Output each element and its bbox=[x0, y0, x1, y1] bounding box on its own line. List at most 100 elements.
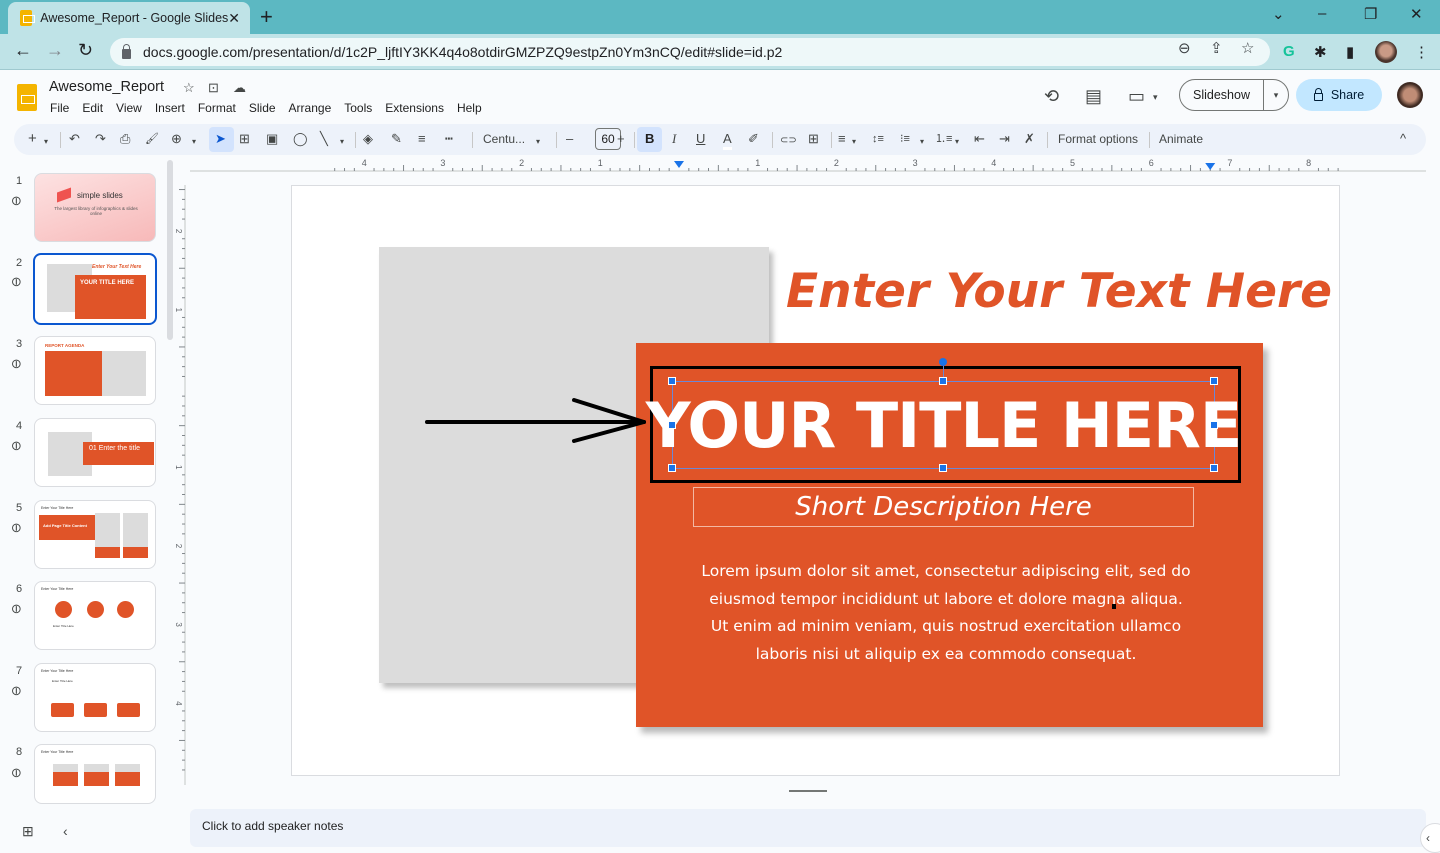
share-button[interactable]: Share bbox=[1296, 79, 1382, 111]
menu-tools[interactable]: Tools bbox=[344, 101, 372, 115]
grammarly-extension-icon[interactable]: G bbox=[1283, 43, 1295, 60]
slide-thumbnail-4[interactable]: 01 Enter the title bbox=[34, 418, 156, 487]
slide-thumbnail-3[interactable]: REPORT AGENDA bbox=[34, 336, 156, 405]
grid-view-icon[interactable]: ⊞ bbox=[22, 823, 34, 840]
bulleted-list-icon[interactable]: ⁝≡ bbox=[900, 131, 910, 147]
menu-format[interactable]: Format bbox=[198, 101, 236, 115]
line-dropdown-icon[interactable]: ▾ bbox=[340, 134, 344, 150]
zoom-icon[interactable]: ⊕ bbox=[171, 131, 182, 147]
resize-handle-tl[interactable] bbox=[668, 377, 676, 385]
collapse-filmstrip-icon[interactable]: ‹ bbox=[63, 823, 68, 839]
cloud-saved-icon[interactable]: ☁ bbox=[233, 80, 246, 96]
menu-view[interactable]: View bbox=[116, 101, 142, 115]
bold-button[interactable]: B bbox=[645, 131, 654, 147]
menu-help[interactable]: Help bbox=[457, 101, 482, 115]
insert-link-icon[interactable]: ⊂⊃ bbox=[780, 133, 797, 149]
resize-handle-bl[interactable] bbox=[668, 464, 676, 472]
slide-thumbnail-8[interactable]: Enter Your Title Here bbox=[34, 744, 156, 804]
notes-resize-handle[interactable] bbox=[789, 790, 827, 792]
italic-button[interactable]: I bbox=[672, 131, 676, 147]
speaker-notes[interactable]: Click to add speaker notes bbox=[190, 809, 1426, 847]
menu-slide[interactable]: Slide bbox=[249, 101, 276, 115]
browser-tab[interactable]: Awesome_Report - Google Slides ✕ bbox=[8, 2, 250, 34]
new-slide-dropdown-icon[interactable]: ▾ bbox=[44, 134, 48, 150]
slideshow-options-chevron-icon[interactable]: ▾ bbox=[1264, 90, 1288, 101]
bookmark-star-icon[interactable]: ☆ bbox=[1241, 39, 1254, 57]
decrease-font-size-button[interactable]: – bbox=[566, 131, 573, 147]
align-dropdown-icon[interactable]: ▾ bbox=[852, 134, 856, 150]
line-spacing-icon[interactable]: ↕≡ bbox=[872, 131, 884, 147]
paint-format-icon[interactable]: 🖌 bbox=[145, 131, 159, 147]
align-icon[interactable]: ≡ bbox=[838, 131, 846, 147]
browser-menu-icon[interactable]: ⋮ bbox=[1414, 43, 1429, 61]
resize-handle-tr[interactable] bbox=[1210, 377, 1218, 385]
slideshow-label[interactable]: Slideshow bbox=[1180, 80, 1264, 110]
back-button[interactable]: ← bbox=[14, 40, 32, 61]
numbered-dropdown-icon[interactable]: ▾ bbox=[955, 134, 959, 150]
increase-indent-icon[interactable]: ⇥ bbox=[999, 131, 1010, 147]
horizontal-ruler[interactable]: 4 3 2 1 1 2 3 4 5 6 7 8 bbox=[190, 158, 1426, 172]
border-weight-icon[interactable]: ≡ bbox=[418, 131, 426, 147]
resize-handle-r[interactable] bbox=[1210, 421, 1218, 429]
comments-icon[interactable]: ▤ bbox=[1085, 86, 1102, 107]
numbered-list-icon[interactable]: ⒈≡ bbox=[935, 131, 952, 147]
slides-logo-icon[interactable] bbox=[17, 84, 37, 111]
account-avatar[interactable] bbox=[1397, 82, 1423, 108]
slide-thumbnail-5[interactable]: Enter Your Title Here Add Page Title Con… bbox=[34, 500, 156, 569]
browser-profile-avatar[interactable] bbox=[1375, 41, 1397, 63]
increase-font-size-button[interactable]: + bbox=[617, 131, 625, 147]
close-window-button[interactable]: ✕ bbox=[1410, 5, 1423, 23]
new-slide-icon[interactable]: + bbox=[28, 131, 37, 147]
document-title[interactable]: Awesome_Report bbox=[49, 79, 164, 95]
resize-handle-l[interactable] bbox=[668, 421, 676, 429]
tab-close-icon[interactable]: ✕ bbox=[228, 10, 240, 27]
slide-thumbnail-1[interactable]: simple slides The largest library of inf… bbox=[34, 173, 156, 242]
text-color-button[interactable]: A bbox=[723, 131, 732, 150]
rotation-handle[interactable] bbox=[939, 358, 947, 366]
meet-camera-icon[interactable]: ▭ bbox=[1128, 86, 1145, 107]
insert-image-icon[interactable]: ▣ bbox=[266, 131, 278, 147]
clear-formatting-icon[interactable]: ✗ bbox=[1024, 131, 1035, 147]
side-panel-toggle-icon[interactable]: ‹ bbox=[1420, 823, 1440, 853]
print-icon[interactable]: ⎙ bbox=[120, 131, 130, 147]
forward-button[interactable]: → bbox=[46, 40, 64, 61]
star-icon[interactable]: ☆ bbox=[183, 80, 195, 96]
url-input[interactable]: docs.google.com/presentation/d/1c2P_ljft… bbox=[110, 38, 1270, 66]
menu-arrange[interactable]: Arrange bbox=[289, 101, 332, 115]
resize-handle-br[interactable] bbox=[1210, 464, 1218, 472]
fill-color-icon[interactable]: ◈ bbox=[363, 131, 373, 147]
resize-handle-t[interactable] bbox=[939, 377, 947, 385]
menu-insert[interactable]: Insert bbox=[155, 101, 185, 115]
version-history-icon[interactable]: ⟲ bbox=[1044, 86, 1059, 107]
border-color-icon[interactable]: ✎ bbox=[391, 131, 402, 147]
side-panel-icon[interactable]: ▮ bbox=[1346, 43, 1354, 61]
add-comment-icon[interactable]: ⊞ bbox=[808, 131, 819, 147]
shape-icon[interactable]: ◯ bbox=[293, 131, 308, 147]
new-tab-button[interactable]: + bbox=[260, 4, 273, 30]
font-dropdown-icon[interactable]: ▾ bbox=[536, 134, 540, 150]
slide-thumbnail-7[interactable]: Enter Your Title Here Enter Title Here bbox=[34, 663, 156, 732]
animate-button[interactable]: Animate bbox=[1159, 132, 1203, 146]
font-family-select[interactable]: Centu... bbox=[483, 132, 525, 146]
decrease-indent-icon[interactable]: ⇤ bbox=[974, 131, 985, 147]
move-folder-icon[interactable]: ⊡ bbox=[208, 80, 219, 96]
format-options-button[interactable]: Format options bbox=[1058, 132, 1138, 146]
zoom-dropdown-icon[interactable]: ▾ bbox=[192, 134, 196, 150]
highlight-color-icon[interactable]: ✐ bbox=[748, 131, 759, 147]
slideshow-button[interactable]: Slideshow ▾ bbox=[1179, 79, 1289, 111]
body-textbox[interactable]: Lorem ipsum dolor sit amet, consectetur … bbox=[696, 558, 1196, 668]
underline-button[interactable]: U bbox=[696, 131, 705, 147]
collapse-toolbar-chevron-icon[interactable]: ^ bbox=[1400, 131, 1406, 147]
menu-file[interactable]: File bbox=[50, 101, 69, 115]
line-icon[interactable]: ╲ bbox=[320, 131, 328, 147]
select-cursor-icon[interactable]: ➤ bbox=[215, 131, 226, 147]
resize-handle-b[interactable] bbox=[939, 464, 947, 472]
bullets-dropdown-icon[interactable]: ▾ bbox=[920, 134, 924, 150]
vertical-ruler[interactable]: 2 1 1 2 3 4 bbox=[170, 185, 186, 785]
undo-icon[interactable]: ↶ bbox=[69, 131, 80, 147]
minimize-button[interactable]: – bbox=[1318, 5, 1326, 22]
menu-edit[interactable]: Edit bbox=[82, 101, 103, 115]
extensions-puzzle-icon[interactable]: ✱ bbox=[1314, 43, 1327, 61]
redo-icon[interactable]: ↷ bbox=[95, 131, 106, 147]
text-box-icon[interactable]: ⊞ bbox=[239, 131, 250, 147]
